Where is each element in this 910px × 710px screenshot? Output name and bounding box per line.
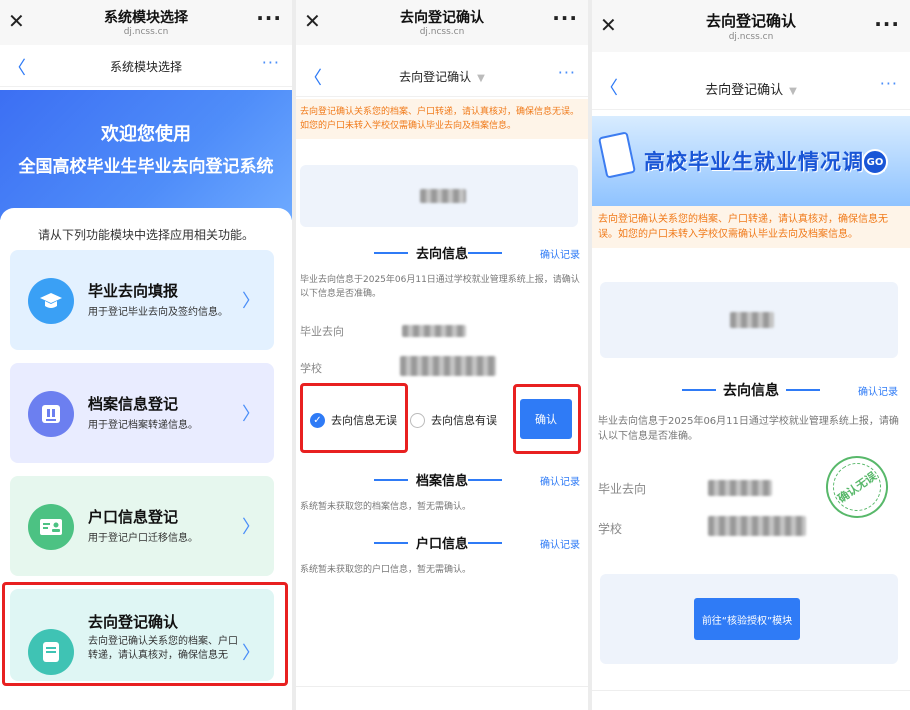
id-card-icon <box>28 504 74 550</box>
nav-more-icon[interactable]: ··· <box>880 74 898 93</box>
module-card-hukou[interactable]: 户口信息登记 用于登记户口迁移信息。 〉 <box>10 476 274 576</box>
more-icon[interactable]: ··· <box>552 6 578 30</box>
banner-title: 高校毕业生就业情况调查 <box>644 150 886 174</box>
destination-description: 毕业去向信息于2025年06月11日通过学校就业管理系统上报，请确认以下信息是否… <box>300 275 580 299</box>
more-icon[interactable]: ··· <box>256 6 282 30</box>
wechat-url: dj.ncss.cn <box>419 27 465 37</box>
redacted-school <box>400 356 496 376</box>
notice-banner: 去向登记确认关系您的档案、户口转递，请认真核对，确保信息无误。如您的户口未转入学… <box>296 99 588 139</box>
wechat-title-bar: ✕ 去向登记确认 dj.ncss.cn ··· <box>592 0 910 52</box>
redacted-name <box>730 312 774 328</box>
page-title: 去向登记确认 ▼ <box>296 68 588 85</box>
option-info-wrong[interactable]: 去向信息有误 <box>410 412 497 428</box>
avatar-area <box>600 282 898 358</box>
label-school: 学校 <box>598 522 623 536</box>
page-title-text: 去向登记确认 <box>705 83 784 98</box>
wechat-url: dj.ncss.cn <box>123 27 169 37</box>
wechat-title: 系统模块选择 <box>104 10 188 26</box>
go-badge: GO <box>862 149 888 175</box>
graduation-cap-icon <box>28 278 74 324</box>
panel-confirm-result: ✕ 去向登记确认 dj.ncss.cn ··· 〈 去向登记确认 ▼ ··· 高校… <box>592 0 910 710</box>
highlight-frame-button <box>513 384 581 454</box>
confirm-record-link[interactable]: 确认记录 <box>540 536 580 551</box>
bottom-divider <box>296 686 588 687</box>
module-title: 毕业去向填报 <box>88 282 179 300</box>
caret-down-icon[interactable]: ▼ <box>477 73 485 84</box>
welcome-hero: 欢迎您使用 全国高校毕业生毕业去向登记系统 <box>0 90 292 220</box>
panel-module-select: ✕ 系统模块选择 dj.ncss.cn ··· 〈 系统模块选择 ··· 欢迎您… <box>0 0 292 710</box>
redacted-destination <box>402 325 466 337</box>
checkbox-unchecked-icon[interactable] <box>410 412 425 428</box>
survey-banner[interactable]: 高校毕业生就业情况调查 GO <box>592 116 910 206</box>
bottom-divider <box>592 690 910 691</box>
action-area: 前往“核验授权”模块 <box>600 574 898 664</box>
section-line <box>468 542 502 544</box>
confirm-record-link[interactable]: 确认记录 <box>858 383 898 398</box>
label-destination: 毕业去向 <box>598 482 647 496</box>
wechat-title-bar: ✕ 系统模块选择 dj.ncss.cn ··· <box>0 0 292 45</box>
goto-verify-button[interactable]: 前往“核验授权”模块 <box>694 598 800 640</box>
wechat-title-bar: ✕ 去向登记确认 dj.ncss.cn ··· <box>296 0 588 45</box>
option-label: 去向信息有误 <box>431 414 497 427</box>
page-title: 去向登记确认 ▼ <box>592 79 910 98</box>
notice-banner: 去向登记确认关系您的档案、户口转递，请认真核对，确保信息无误。如您的户口未转入学… <box>592 206 910 248</box>
destination-section-header: 去向信息 确认记录 <box>592 380 910 400</box>
module-card-archive[interactable]: 档案信息登记 用于登记档案转递信息。 〉 <box>10 363 274 463</box>
module-desc: 用于登记毕业去向及签约信息。 <box>88 307 228 318</box>
archive-icon <box>28 391 74 437</box>
caret-down-icon[interactable]: ▼ <box>789 86 797 97</box>
archive-description: 系统暂未获取您的档案信息，暂无需确认。 <box>300 502 472 512</box>
avatar-area <box>300 165 578 227</box>
chevron-right-icon: 〉 <box>242 517 260 538</box>
highlight-frame-option <box>300 383 408 453</box>
wechat-title: 去向登记确认 <box>400 10 484 26</box>
section-line <box>468 479 502 481</box>
page-nav-bar: 〈 去向登记确认 ▼ ··· <box>592 62 910 110</box>
page-title: 系统模块选择 <box>109 60 182 74</box>
redacted-destination <box>708 480 772 496</box>
module-title: 档案信息登记 <box>88 395 179 413</box>
page-nav-bar: 〈 系统模块选择 ··· <box>0 45 292 87</box>
confirm-record-link[interactable]: 确认记录 <box>540 473 580 488</box>
more-icon[interactable]: ··· <box>874 12 900 36</box>
module-card-destination[interactable]: 毕业去向填报 用于登记毕业去向及签约信息。 〉 <box>10 250 274 350</box>
module-desc: 用于登记户口迁移信息。 <box>88 533 198 544</box>
nav-more-icon[interactable]: ··· <box>262 53 280 72</box>
clipboard-icon <box>597 131 637 179</box>
confirm-record-link[interactable]: 确认记录 <box>540 246 580 261</box>
wechat-url: dj.ncss.cn <box>728 32 774 42</box>
module-desc: 用于登记档案转递信息。 <box>88 420 198 431</box>
redacted-school <box>708 516 806 536</box>
highlight-frame <box>2 582 288 686</box>
hukou-section-header: 户口信息 确认记录 <box>296 533 588 553</box>
hukou-description: 系统暂未获取您的户口信息，暂无需确认。 <box>300 565 472 575</box>
wechat-title: 去向登记确认 <box>705 12 796 30</box>
redacted-name <box>420 189 466 203</box>
label-school: 学校 <box>300 362 322 375</box>
destination-section-header: 去向信息 确认记录 <box>296 243 588 263</box>
chevron-right-icon: 〉 <box>242 291 260 312</box>
hero-line1: 欢迎您使用 <box>101 124 191 145</box>
section-line <box>468 252 502 254</box>
label-destination: 毕业去向 <box>300 325 344 338</box>
hero-line2: 全国高校毕业生毕业去向登记系统 <box>18 157 274 177</box>
page-title-text: 去向登记确认 <box>399 70 472 84</box>
confirmed-stamp: 确认无误 <box>813 443 901 531</box>
stamp-ring <box>823 453 891 521</box>
nav-more-icon[interactable]: ··· <box>558 63 576 82</box>
page-nav-bar: 〈 去向登记确认 ▼ ··· <box>296 55 588 97</box>
section-line <box>786 389 820 391</box>
module-title: 户口信息登记 <box>88 508 179 526</box>
destination-description: 毕业去向信息于2025年06月11日通过学校就业管理系统上报，请确认以下信息是否… <box>598 416 899 442</box>
chevron-right-icon: 〉 <box>242 404 260 425</box>
panel-destination-confirm: ✕ 去向登记确认 dj.ncss.cn ··· 〈 去向登记确认 ▼ ··· 去向… <box>296 0 588 710</box>
menu-intro: 请从下列功能模块中选择应用相关功能。 <box>37 228 254 242</box>
archive-section-header: 档案信息 确认记录 <box>296 470 588 490</box>
